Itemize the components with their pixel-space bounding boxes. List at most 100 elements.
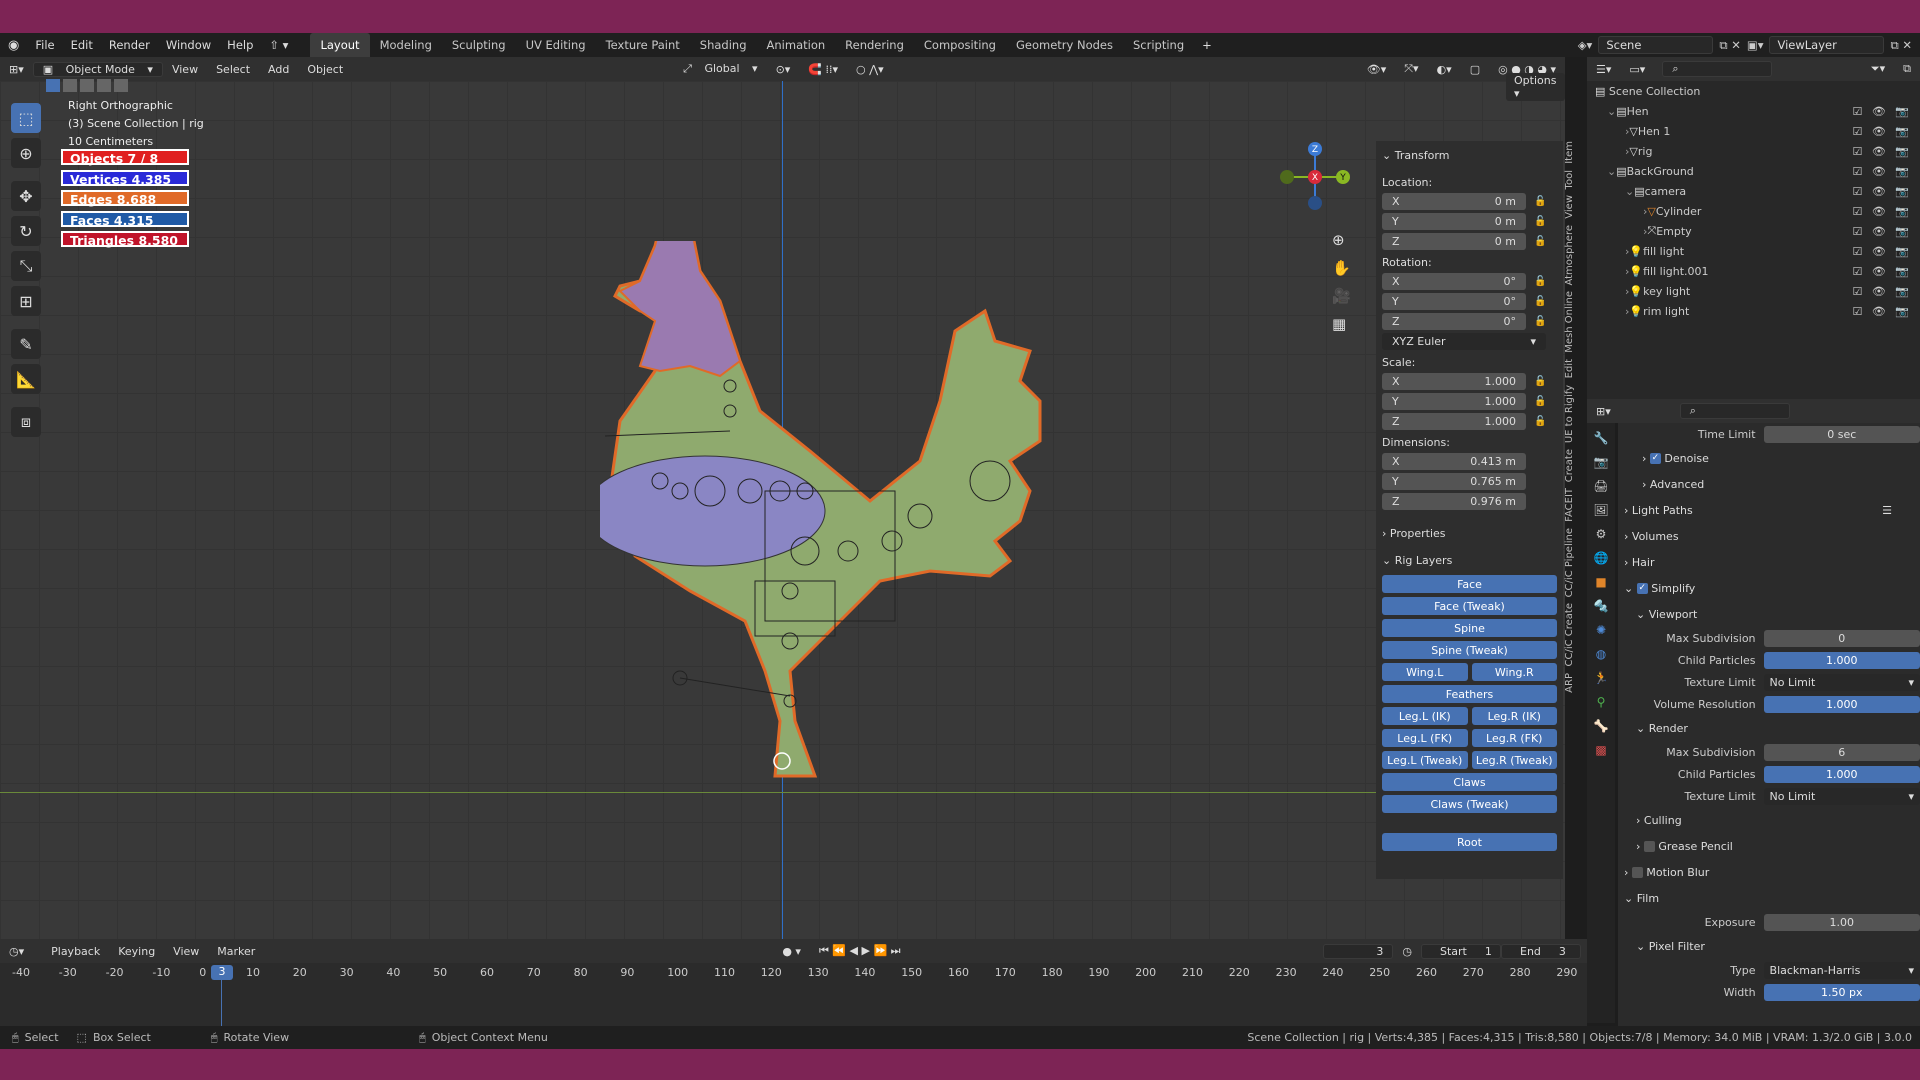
- particles-tab-icon[interactable]: ✺: [1596, 623, 1606, 637]
- constraints-tab-icon[interactable]: 🏃: [1594, 671, 1609, 685]
- menu-edit[interactable]: Edit: [63, 38, 101, 52]
- proportional-edit-icon[interactable]: ○ ⋀▾: [847, 63, 893, 76]
- add-cube-tool-icon[interactable]: ⧈: [11, 407, 41, 437]
- sidebar-tab-item[interactable]: Item: [1564, 141, 1580, 164]
- simplify-row[interactable]: ⌄ ✓ Simplify: [1624, 575, 1920, 601]
- location-y-field[interactable]: Y 0 m: [1382, 213, 1526, 230]
- rig-layer-wing-r-button[interactable]: Wing.R: [1471, 663, 1557, 681]
- pf-width-slider[interactable]: 1.50 px: [1763, 983, 1920, 1001]
- object-menu[interactable]: Object: [298, 63, 352, 76]
- pan-hand-icon[interactable]: ✋: [1332, 259, 1351, 277]
- r-texture-limit-dropdown[interactable]: No Limit ▾: [1763, 787, 1920, 805]
- new-collection-icon[interactable]: ⧉: [1894, 62, 1920, 76]
- visibility-toggles[interactable]: ☑ 👁 📷: [1852, 265, 1920, 278]
- sidebar-tab-edit[interactable]: Edit: [1564, 359, 1580, 378]
- rig-layer-spine-button[interactable]: Spine: [1382, 619, 1557, 637]
- render-subpanel[interactable]: ⌄ Render: [1624, 715, 1920, 741]
- motion-blur-checkbox[interactable]: [1631, 866, 1643, 878]
- menu-window[interactable]: Window: [158, 38, 219, 52]
- add-workspace-button[interactable]: +: [1194, 38, 1220, 52]
- pf-type-dropdown[interactable]: Blackman-Harris ▾: [1763, 961, 1920, 979]
- data-tab-icon[interactable]: ⚲: [1597, 695, 1606, 709]
- view-layer-selector[interactable]: ViewLayer: [1769, 36, 1885, 54]
- location-x-field[interactable]: X 0 m: [1382, 193, 1526, 210]
- rig-layer-claws-button[interactable]: Claws: [1382, 773, 1557, 791]
- vp-child-particles-slider[interactable]: 1.000: [1763, 651, 1920, 669]
- tab-shading[interactable]: Shading: [690, 33, 757, 57]
- expand-arrow-icon[interactable]: ⌄: [1625, 185, 1634, 198]
- gizmo-icon[interactable]: ⤧▾: [1395, 62, 1427, 76]
- outliner-editor-icon[interactable]: ☰▾: [1587, 63, 1620, 76]
- rotate-tool-icon[interactable]: ↻: [11, 216, 41, 246]
- sidebar-tab-arp[interactable]: ARP: [1564, 673, 1580, 693]
- auto-key-icon[interactable]: ● ▾: [773, 945, 810, 958]
- visibility-toggles[interactable]: ☑ 👁 📷: [1852, 165, 1920, 178]
- visibility-toggles[interactable]: ☑ 👁 📷: [1852, 105, 1920, 118]
- cursor-tool-icon[interactable]: ⊕: [11, 138, 41, 168]
- rig-layer-face-button[interactable]: Face: [1382, 575, 1557, 593]
- rig-layer-claws-tweak--button[interactable]: Claws (Tweak): [1382, 795, 1557, 813]
- outliner-row[interactable]: ⌄ ▤ camera ☑ 👁 📷: [1587, 181, 1920, 201]
- world-tab-icon[interactable]: 🌐: [1594, 551, 1609, 565]
- bone-tab-icon[interactable]: 🦴: [1594, 719, 1609, 733]
- culling-row[interactable]: › Culling: [1624, 807, 1920, 833]
- scene-selector[interactable]: Scene: [1598, 36, 1714, 54]
- scene-icon[interactable]: ◈▾: [1578, 38, 1593, 52]
- texture-tab-icon[interactable]: ▩: [1595, 743, 1606, 757]
- transform-tool-icon[interactable]: ⊞: [11, 286, 41, 316]
- overlay-icon[interactable]: ◐▾: [1428, 63, 1461, 76]
- outliner-row[interactable]: › 💡 fill light.001 ☑ 👁 📷: [1587, 261, 1920, 281]
- outliner-row[interactable]: › 💡 fill light ☑ 👁 📷: [1587, 241, 1920, 261]
- denoise-checkbox[interactable]: ✓: [1649, 452, 1661, 464]
- tab-modeling[interactable]: Modeling: [370, 33, 442, 57]
- new-view-layer-icon[interactable]: ⧉ ✕: [1890, 38, 1912, 53]
- properties-search-input[interactable]: ⌕: [1679, 403, 1790, 419]
- rig-layer-face-tweak--button[interactable]: Face (Tweak): [1382, 597, 1557, 615]
- tab-texture-paint[interactable]: Texture Paint: [596, 33, 690, 57]
- select-subtract-icon[interactable]: [80, 79, 94, 92]
- ortho-grid-icon[interactable]: ▦: [1332, 315, 1351, 333]
- modifier-tab-icon[interactable]: 🔩: [1594, 599, 1609, 613]
- outliner-row[interactable]: › ▽ rig ☑ 👁 📷: [1587, 141, 1920, 161]
- sidebar-tab-ue-to-rigify[interactable]: UE to Rigify: [1564, 385, 1580, 443]
- rotation-z-field[interactable]: Z 0°: [1382, 313, 1526, 330]
- rig-layer-leg-r-tweak--button[interactable]: Leg.R (Tweak): [1471, 751, 1557, 769]
- zoom-icon[interactable]: ⊕: [1332, 231, 1351, 249]
- select-new-icon[interactable]: [46, 79, 60, 92]
- time-limit-field[interactable]: 0 sec: [1763, 425, 1920, 443]
- scale-z-field[interactable]: Z 1.000: [1382, 413, 1526, 430]
- playhead-label[interactable]: 3: [211, 965, 233, 980]
- playback-controls[interactable]: ⏮ ⏪ ◀ ▶ ⏩ ⏭: [810, 944, 910, 958]
- timer-icon[interactable]: ◷: [1393, 945, 1421, 958]
- physics-tab-icon[interactable]: ◍: [1596, 647, 1606, 661]
- current-frame-field[interactable]: 3: [1323, 943, 1394, 959]
- lock-icon[interactable]: 🔓: [1534, 376, 1546, 387]
- scale-y-field[interactable]: Y 1.000: [1382, 393, 1526, 410]
- sidebar-tab-faceit[interactable]: FACEIT: [1564, 488, 1580, 522]
- scale-x-field[interactable]: X 1.000: [1382, 373, 1526, 390]
- rotation-mode-dropdown[interactable]: XYZ Euler ▾: [1382, 333, 1546, 350]
- sidebar-tab-create[interactable]: Create: [1564, 449, 1580, 482]
- lock-icon[interactable]: 🔓: [1534, 276, 1546, 287]
- lock-icon[interactable]: 🔓: [1534, 236, 1546, 247]
- lock-icon[interactable]: 🔓: [1534, 196, 1546, 207]
- outliner-row[interactable]: › 💡 key light ☑ 👁 📷: [1587, 281, 1920, 301]
- view-layer-tab-icon[interactable]: 🖼: [1593, 503, 1608, 517]
- motion-blur-row[interactable]: › Motion Blur: [1624, 859, 1920, 885]
- rig-layer-leg-r-fk--button[interactable]: Leg.R (FK): [1471, 729, 1557, 747]
- location-z-field[interactable]: Z 0 m: [1382, 233, 1526, 250]
- scene-tab-icon[interactable]: ⚙: [1596, 527, 1607, 541]
- rig-layer-leg-l-ik--button[interactable]: Leg.L (IK): [1382, 707, 1468, 725]
- rotation-x-field[interactable]: X 0°: [1382, 273, 1526, 290]
- end-frame-field[interactable]: End 3: [1501, 943, 1581, 959]
- add-menu[interactable]: Add: [259, 63, 298, 76]
- timeline-menu-marker[interactable]: Marker: [208, 945, 264, 958]
- visibility-toggles[interactable]: ☑ 👁 📷: [1852, 185, 1920, 198]
- sidebar-tab-view[interactable]: View: [1564, 195, 1580, 219]
- menu-render[interactable]: Render: [101, 38, 158, 52]
- visibility-toggles[interactable]: ☑ 👁 📷: [1852, 125, 1920, 138]
- sidebar-tab-mesh-online[interactable]: Mesh Online: [1564, 291, 1580, 353]
- rig-layer-leg-l-fk--button[interactable]: Leg.L (FK): [1382, 729, 1468, 747]
- tab-scripting[interactable]: Scripting: [1123, 33, 1194, 57]
- select-mode-icons[interactable]: [46, 79, 128, 92]
